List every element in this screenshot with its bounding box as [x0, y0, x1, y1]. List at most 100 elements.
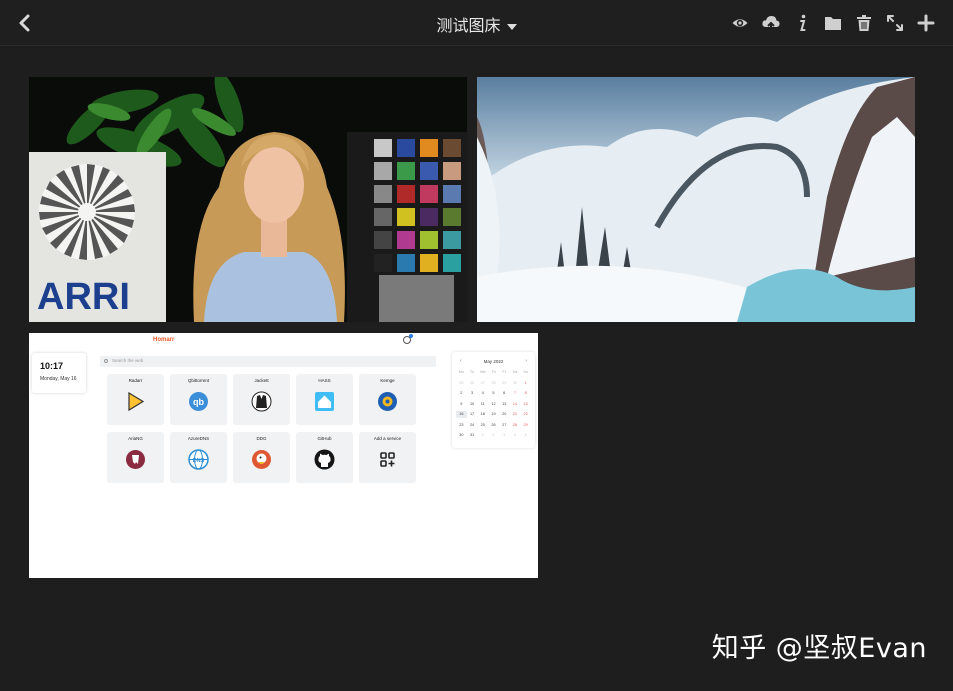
info-button[interactable] — [786, 11, 817, 35]
tile-label: Add a service — [373, 436, 402, 441]
calendar-day[interactable]: 30 — [510, 380, 521, 387]
watermark: 知乎 @坚叔Evan — [711, 633, 927, 664]
calendar-day[interactable]: 3 — [467, 390, 478, 397]
calendar-day[interactable]: 15 — [520, 401, 531, 408]
calendar-weekday: Mo — [458, 370, 464, 374]
calendar-day[interactable]: 7 — [510, 390, 521, 397]
calendar-day[interactable]: 21 — [510, 411, 521, 418]
calendar-day[interactable]: 26 — [467, 380, 478, 387]
search-placeholder: Search the web — [112, 358, 144, 363]
calendar-weekday: Th — [491, 370, 496, 374]
screenshot-thumbnail[interactable]: Homarr 10:17 Monday, May 16 Search the w… — [29, 333, 538, 578]
calendar-day[interactable]: 5 — [520, 432, 531, 439]
calendar-day[interactable]: 10 — [467, 401, 478, 408]
service-tile: AzureDNS DNS — [170, 432, 227, 483]
upload-button[interactable] — [755, 11, 786, 35]
calendar-day[interactable]: 5 — [488, 390, 499, 397]
calendar-day[interactable]: 2 — [488, 432, 499, 439]
calendar-weekday: Su — [523, 370, 528, 374]
calendar-day[interactable]: 30 — [456, 432, 467, 439]
tile-label: DDG — [256, 436, 267, 441]
toolbar — [724, 11, 941, 35]
plus-icon — [917, 14, 934, 32]
calendar-day[interactable]: 14 — [510, 401, 521, 408]
arri-logo: ARRI — [37, 276, 130, 318]
trash-icon — [856, 15, 871, 31]
clock-date: Monday, May 16 — [40, 376, 77, 382]
chevron-down-icon — [506, 23, 517, 30]
duckduckgo-icon — [252, 450, 271, 469]
calendar-day[interactable]: 3 — [499, 432, 510, 439]
service-tile: Kemge — [359, 374, 416, 425]
view-button[interactable] — [724, 11, 755, 35]
calendar-widget: ‹ May 2022 › Mo Tu We Th Fr Sa Su 25 26 27 28 29 30 1… — [452, 352, 535, 448]
calendar-day[interactable]: 17 — [467, 411, 478, 418]
calendar-day[interactable]: 25 — [456, 380, 467, 387]
info-icon — [799, 14, 805, 31]
calendar-day[interactable]: 28 — [510, 422, 521, 429]
calendar-day[interactable]: 28 — [488, 380, 499, 387]
github-icon — [314, 449, 335, 470]
radarr-icon — [128, 391, 145, 412]
calendar-day[interactable]: 27 — [477, 380, 488, 387]
service-tile: Qbittorrent qb — [170, 374, 227, 425]
add-button[interactable] — [910, 11, 941, 35]
tile-label: GitHub — [317, 436, 332, 441]
svg-text:qb: qb — [193, 397, 204, 407]
calendar-weekday: Tu — [469, 370, 475, 374]
tile-label: Qbittorrent — [187, 378, 210, 383]
calendar-day[interactable]: 4 — [510, 432, 521, 439]
photo-thumbnail[interactable] — [477, 77, 915, 322]
calendar-day[interactable]: 23 — [456, 422, 467, 429]
photo-thumbnail[interactable]: ARRI — [29, 77, 467, 322]
tile-label: Kemge — [380, 378, 395, 383]
add-service-tile: Add a service — [359, 432, 416, 483]
jackett-icon — [251, 391, 272, 412]
calendar-day[interactable]: 13 — [499, 401, 510, 408]
calendar-weekday: Sa — [512, 370, 518, 374]
tile-label: AzureDNS — [187, 436, 210, 441]
tile-label: HASS — [318, 378, 331, 383]
clock-widget: 10:17 Monday, May 16 — [32, 353, 86, 393]
delete-button[interactable] — [848, 11, 879, 35]
calendar-day[interactable]: 31 — [467, 432, 478, 439]
calendar-day[interactable]: 29 — [499, 380, 510, 387]
clock-time: 10:17 — [40, 361, 64, 371]
cloud-upload-icon — [761, 16, 780, 31]
move-to-folder-button[interactable] — [817, 11, 848, 35]
calendar-day[interactable]: 25 — [477, 422, 488, 429]
calendar-day[interactable]: 9 — [456, 401, 467, 408]
calendar-day[interactable]: 22 — [520, 411, 531, 418]
studio-portrait-image: ARRI — [29, 77, 467, 322]
tile-label: Jackett — [254, 378, 269, 383]
calendar-day[interactable]: 2 — [456, 390, 467, 397]
service-tile: Jackett — [233, 374, 290, 425]
top-bar: 测试图床 — [0, 0, 953, 46]
calendar-day[interactable]: 18 — [477, 411, 488, 418]
eye-icon — [732, 19, 747, 27]
calendar-day[interactable]: 6 — [499, 390, 510, 397]
calendar-day[interactable]: 8 — [520, 390, 531, 397]
calendar-day[interactable]: 27 — [499, 422, 510, 429]
calendar-day[interactable]: 19 — [488, 411, 499, 418]
calendar-day[interactable]: 24 — [467, 422, 478, 429]
calendar-day[interactable]: 29 — [520, 422, 531, 429]
calendar-day[interactable]: 20 — [499, 411, 510, 418]
svg-text:DNS: DNS — [193, 458, 205, 464]
calendar-day[interactable]: 26 — [488, 422, 499, 429]
service-tile: GitHub — [296, 432, 353, 483]
calendar-day[interactable]: 16 — [456, 411, 467, 418]
calendar-day[interactable]: 4 — [477, 390, 488, 397]
fullscreen-button[interactable] — [879, 11, 910, 35]
search-bar: Search the web — [100, 356, 436, 367]
ariang-icon — [126, 450, 145, 469]
notification-dot — [409, 334, 413, 338]
calendar-day[interactable]: 1 — [520, 380, 531, 387]
calendar-day[interactable]: 11 — [477, 401, 488, 408]
calendar-weekday: We — [479, 370, 486, 374]
snow-mountain-image — [477, 77, 915, 322]
calendar-day[interactable]: 12 — [488, 401, 499, 408]
add-service-icon — [380, 452, 395, 467]
qbittorrent-icon: qb — [189, 392, 208, 411]
calendar-day[interactable]: 1 — [477, 432, 488, 439]
